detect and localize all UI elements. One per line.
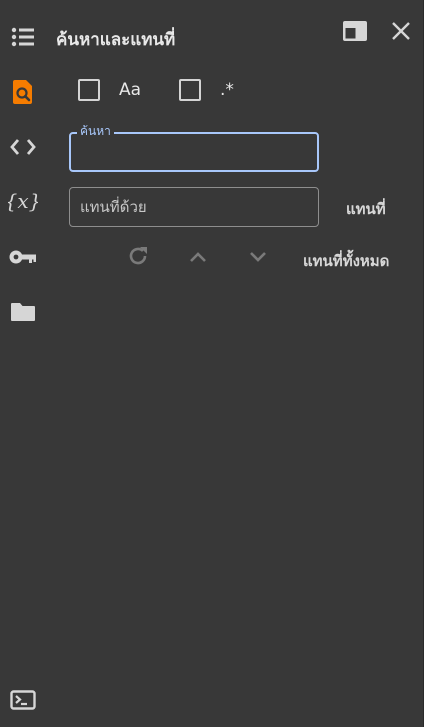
files-button[interactable] bbox=[4, 293, 42, 331]
side-rail: {x} bbox=[0, 0, 46, 727]
table-of-contents-button[interactable] bbox=[4, 18, 42, 56]
find-replace-button[interactable] bbox=[4, 73, 42, 111]
secrets-key-icon bbox=[9, 249, 37, 265]
code-snippets-button[interactable] bbox=[4, 128, 42, 166]
match-case-option[interactable]: Aa bbox=[78, 79, 141, 101]
find-replace-icon bbox=[12, 79, 34, 105]
next-match-button[interactable] bbox=[244, 244, 272, 272]
regex-option[interactable]: .* bbox=[179, 79, 234, 101]
match-case-label: Aa bbox=[119, 80, 142, 100]
chevron-down-icon bbox=[248, 249, 268, 268]
terminal-button[interactable] bbox=[4, 681, 42, 719]
search-input[interactable] bbox=[71, 134, 317, 170]
secrets-button[interactable] bbox=[4, 238, 42, 276]
panel-title: ค้นหาและแทนที่ bbox=[56, 30, 176, 50]
replace-input[interactable] bbox=[70, 188, 318, 226]
search-field-label: ค้นหา bbox=[77, 124, 114, 138]
find-replace-panel: {x} bbox=[0, 0, 424, 727]
code-snippets-icon bbox=[10, 138, 36, 156]
regex-label: .* bbox=[220, 80, 234, 100]
replace-field[interactable] bbox=[69, 187, 319, 227]
replace-all-button[interactable]: แทนที่ทั้งหมด bbox=[303, 249, 389, 273]
refresh-icon bbox=[126, 244, 150, 272]
refresh-button[interactable] bbox=[124, 244, 152, 272]
close-button[interactable] bbox=[386, 18, 416, 48]
previous-match-button[interactable] bbox=[184, 244, 212, 272]
search-field[interactable]: ค้นหา bbox=[69, 124, 319, 172]
table-of-contents-icon bbox=[11, 26, 35, 48]
chevron-up-icon bbox=[188, 249, 208, 268]
variables-button[interactable]: {x} bbox=[4, 182, 42, 220]
dock-panel-button[interactable] bbox=[340, 18, 370, 48]
files-folder-icon bbox=[10, 302, 36, 322]
variables-icon: {x} bbox=[8, 187, 38, 215]
terminal-icon bbox=[10, 690, 36, 710]
dock-panel-icon bbox=[342, 20, 368, 46]
regex-checkbox[interactable] bbox=[179, 79, 201, 101]
svg-text:{x}: {x} bbox=[8, 189, 38, 213]
replace-button[interactable]: แทนที่ bbox=[346, 197, 386, 221]
close-icon bbox=[391, 21, 411, 45]
match-case-checkbox[interactable] bbox=[78, 79, 100, 101]
